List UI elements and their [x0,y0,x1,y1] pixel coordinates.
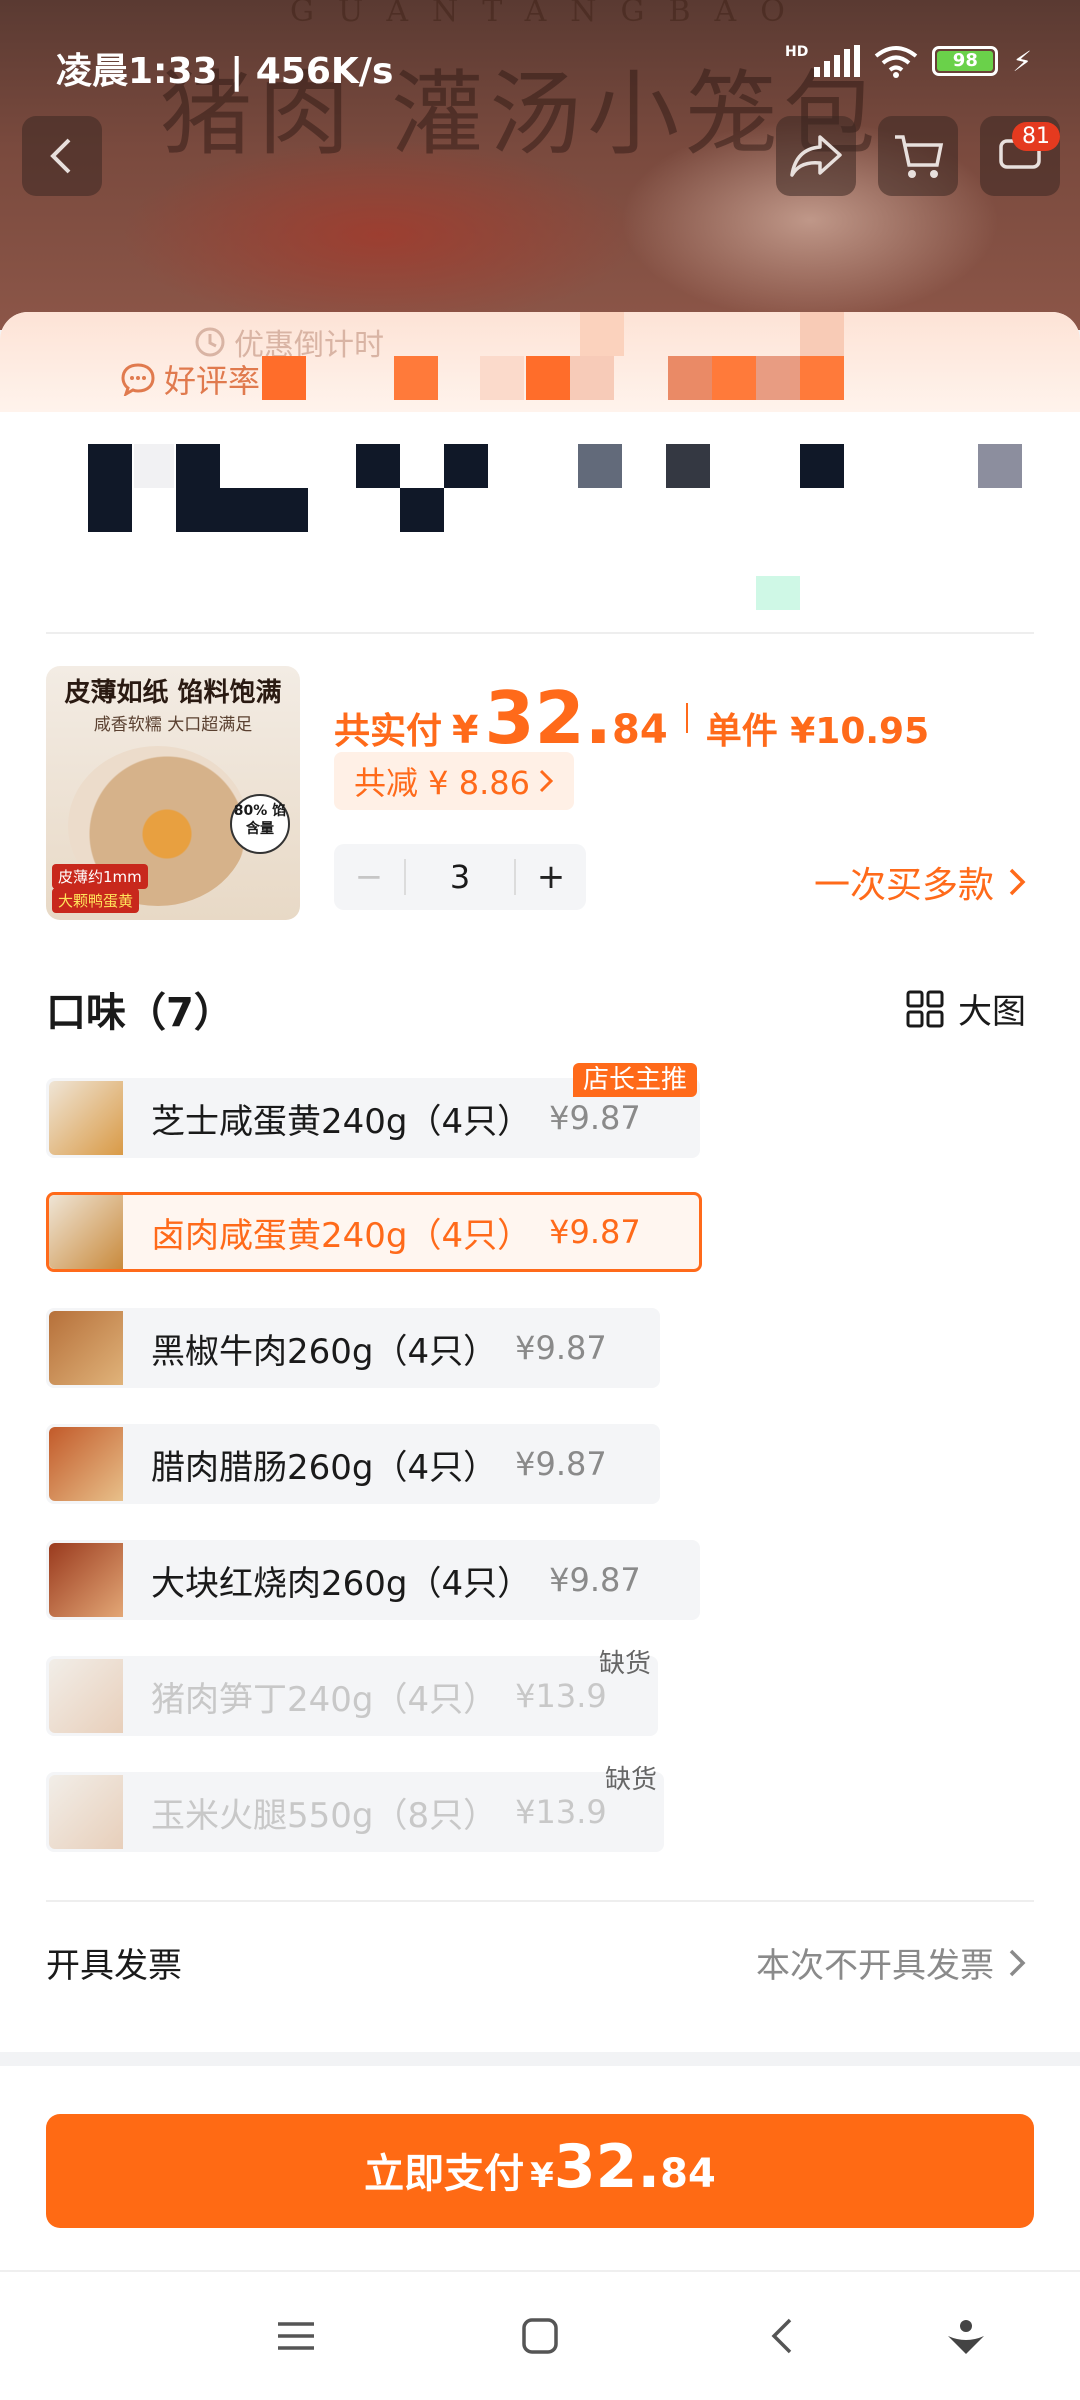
discount-button[interactable]: 共减 ¥ 8.86 [334,752,574,810]
signal-icon [814,45,861,77]
total-currency: ¥ [452,708,479,752]
flavor-option-out-of-stock[interactable]: 玉米火腿550g（8只） ¥13.9 缺货 [46,1765,664,1852]
flavor-price: ¥13.9 [515,1793,607,1831]
flavor-name: 猪肉笋丁240g（4只） [151,1679,498,1720]
invoice-label: 开具发票 [46,1946,182,1986]
chevron-right-icon [1009,868,1026,896]
flavor-thumbnail [49,1311,123,1385]
back-button[interactable] [22,116,102,196]
flavor-option[interactable]: 芝士咸蛋黄240g（4只） ¥9.87 店长主推 [46,1063,700,1158]
flavor-thumbnail [49,1195,123,1269]
discount-text: 共减 ¥ 8.86 [354,764,530,802]
hd-label: HD [784,44,809,60]
out-of-stock-badge: 缺货 [598,1649,651,1679]
chevron-left-icon [50,138,71,174]
share-button[interactable] [776,116,856,196]
pay-decimal: 84 [660,2151,716,2197]
flavor-option[interactable]: 腊肉腊肠260g（4只） ¥9.87 [46,1424,660,1504]
total-decimal: 84 [612,707,668,753]
flavor-thumbnail [49,1081,123,1155]
battery-level: 98 [937,51,994,71]
increase-button[interactable]: + [516,857,586,897]
cart-button[interactable] [878,116,958,196]
battery-icon: 98 [932,46,999,76]
flavor-option-selected[interactable]: 卤肉咸蛋黄240g（4只） ¥9.87 [46,1192,702,1272]
flavor-price: ¥9.87 [549,1213,641,1251]
clock-icon [195,327,225,357]
flavor-name: 玉米火腿550g（8只） [151,1795,498,1836]
pay-now-button[interactable]: 立即支付 ¥ 32. 84 [46,2114,1034,2228]
unit-price: 单件 ¥10.95 [705,711,930,752]
quantity-stepper: − 3 + [334,844,586,910]
flavor-option-out-of-stock[interactable]: 猪肉笋丁240g（4只） ¥13.9 缺货 [46,1649,658,1736]
flavor-name: 芝士咸蛋黄240g（4只） [151,1101,532,1142]
menu-icon[interactable] [274,2314,318,2358]
status-time: 凌晨1:33 | 456K/s [56,51,394,92]
chat-icon [121,363,155,396]
price-separator [685,703,688,733]
quantity-value[interactable]: 3 [404,859,516,895]
chevron-right-icon [1009,1949,1026,1976]
thumb-headline: 皮薄如纸 馅料饱满 [64,678,282,708]
flavor-price: ¥9.87 [549,1561,641,1599]
total-label: 共实付 [334,711,443,752]
flavor-section-title: 口味（7） [46,990,234,1036]
share-icon [790,135,842,177]
pay-integer: 32. [553,2132,661,2202]
order-sheet: 优惠倒计时 好评率 皮薄如纸 馅料饱满 咸香软糯 大口超满足 80% 馅含量 皮… [0,312,1080,2052]
system-nav-bar [0,2270,1080,2400]
flavor-thumbnail [49,1659,123,1733]
flavor-name: 大块红烧肉260g（4只） [151,1563,532,1604]
invoice-selector[interactable]: 本次不开具发票 [756,1938,1026,1987]
flavor-price: ¥13.9 [515,1677,607,1715]
status-bar: 凌晨1:33 | 456K/s HD 98 ⚡ [0,0,1080,120]
flavor-price: ¥9.87 [549,1099,641,1137]
big-view-label: 大图 [958,992,1026,1032]
out-of-stock-badge: 缺货 [604,1765,657,1795]
decrease-button[interactable]: − [334,857,404,897]
big-view-toggle[interactable]: 大图 [906,984,1026,1033]
assistant-icon[interactable] [944,2314,988,2358]
charging-icon: ⚡ [1012,44,1032,78]
flavor-thumbnail [49,1427,123,1501]
messages-button[interactable]: 81 [980,116,1060,196]
good-review-text: 好评率 [164,362,261,400]
multi-buy-text: 一次买多款 [813,865,994,906]
yolk-tag: 大颗鸭蛋黄 [52,888,140,913]
flavor-name: 黑椒牛肉260g（4只） [151,1331,498,1372]
divider [46,632,1034,634]
flavor-thumbnail [49,1775,123,1849]
divider [46,1900,1034,1902]
pay-bar: 立即支付 ¥ 32. 84 [0,2066,1080,2270]
status-icons: HD 98 ⚡ [785,44,1032,78]
total-integer: 32. [484,676,613,760]
multi-buy-link[interactable]: 一次买多款 [814,856,1026,908]
chevron-right-icon [539,769,554,793]
flavor-option[interactable]: 黑椒牛肉260g（4只） ¥9.87 [46,1308,660,1388]
flavor-thumbnail [49,1543,123,1617]
filling-badge: 80% 馅含量 [230,794,290,854]
recommend-badge: 店长主推 [572,1063,697,1097]
wifi-icon [875,46,918,78]
thin-skin-tag: 皮薄约1mm [52,864,148,889]
flavor-price: ¥9.87 [515,1329,607,1367]
back-icon[interactable] [762,2314,806,2358]
product-thumbnail[interactable]: 皮薄如纸 馅料饱满 咸香软糯 大口超满足 80% 馅含量 皮薄约1mm 大颗鸭蛋… [46,666,300,920]
price-summary: 共实付 ¥ 32. 84 单件 ¥10.95 [334,676,929,760]
message-badge: 81 [1012,122,1060,151]
grid-icon [906,990,944,1027]
flavor-option[interactable]: 大块红烧肉260g（4只） ¥9.87 [46,1540,700,1620]
good-review-label: 好评率 [120,356,260,402]
invoice-value: 本次不开具发票 [756,1946,994,1986]
pay-currency: ¥ [530,2156,554,2196]
flavor-price: ¥9.87 [515,1445,607,1483]
pay-label: 立即支付 [364,2151,525,2197]
cart-icon [895,135,944,178]
flavor-name: 卤肉咸蛋黄240g（4只） [151,1215,532,1256]
thumb-subline: 咸香软糯 大口超满足 [93,715,253,735]
flavor-name: 腊肉腊肠260g（4只） [151,1447,498,1488]
home-icon[interactable] [518,2314,562,2358]
